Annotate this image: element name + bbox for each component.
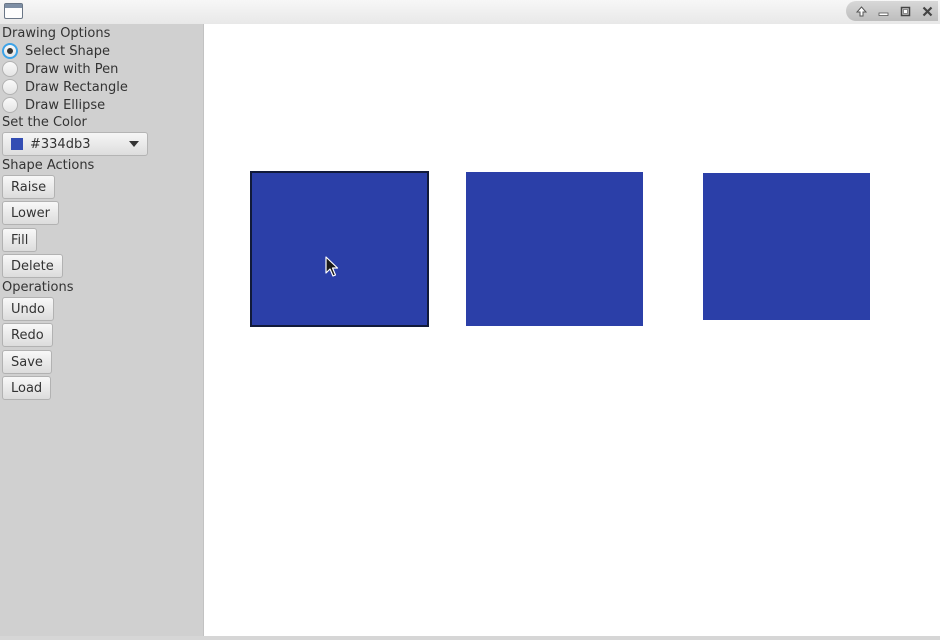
radio-draw-with-pen[interactable]: Draw with Pen bbox=[2, 60, 118, 78]
tool-sidebar: Drawing Options Select Shape Draw with P… bbox=[0, 24, 204, 636]
load-button[interactable]: Load bbox=[2, 376, 52, 400]
rectangle-shape[interactable] bbox=[250, 171, 429, 327]
minimize-icon[interactable] bbox=[874, 3, 892, 19]
radio-label: Draw Rectangle bbox=[25, 79, 128, 95]
window-bottom-edge bbox=[0, 636, 940, 640]
radio-button-icon[interactable] bbox=[2, 79, 18, 95]
undo-button[interactable]: Undo bbox=[2, 297, 54, 321]
radio-draw-ellipse[interactable]: Draw Ellipse bbox=[2, 96, 105, 114]
radio-select-shape[interactable]: Select Shape bbox=[2, 42, 110, 60]
save-button[interactable]: Save bbox=[2, 350, 52, 374]
up-arrow-icon[interactable] bbox=[852, 3, 870, 19]
drawing-options-heading: Drawing Options bbox=[2, 26, 111, 41]
radio-draw-rectangle[interactable]: Draw Rectangle bbox=[2, 78, 128, 96]
rectangle-shape[interactable] bbox=[466, 172, 643, 326]
title-bar bbox=[0, 0, 940, 24]
radio-button-icon[interactable] bbox=[2, 43, 18, 59]
color-value: #334db3 bbox=[30, 136, 91, 152]
fill-button[interactable]: Fill bbox=[2, 228, 38, 252]
redo-button[interactable]: Redo bbox=[2, 323, 53, 347]
radio-label: Draw Ellipse bbox=[25, 97, 106, 113]
color-swatch bbox=[11, 138, 23, 150]
rectangle-shape[interactable] bbox=[703, 173, 870, 320]
drawing-canvas[interactable] bbox=[205, 24, 940, 636]
lower-button[interactable]: Lower bbox=[2, 201, 59, 225]
mouse-pointer-icon bbox=[325, 256, 339, 277]
color-picker[interactable]: #334db3 bbox=[2, 132, 148, 156]
radio-label: Draw with Pen bbox=[25, 61, 119, 77]
raise-button[interactable]: Raise bbox=[2, 175, 56, 199]
app-window-icon bbox=[4, 3, 23, 19]
radio-button-icon[interactable] bbox=[2, 97, 18, 113]
window-controls bbox=[846, 1, 938, 21]
maximize-icon[interactable] bbox=[896, 3, 914, 19]
close-icon[interactable] bbox=[918, 3, 936, 19]
chevron-down-icon[interactable] bbox=[129, 141, 139, 147]
shape-actions-heading: Shape Actions bbox=[2, 158, 95, 173]
set-color-heading: Set the Color bbox=[2, 115, 87, 130]
radio-button-icon[interactable] bbox=[2, 61, 18, 77]
delete-button[interactable]: Delete bbox=[2, 254, 63, 278]
operations-heading: Operations bbox=[2, 280, 74, 295]
radio-label: Select Shape bbox=[25, 43, 110, 59]
